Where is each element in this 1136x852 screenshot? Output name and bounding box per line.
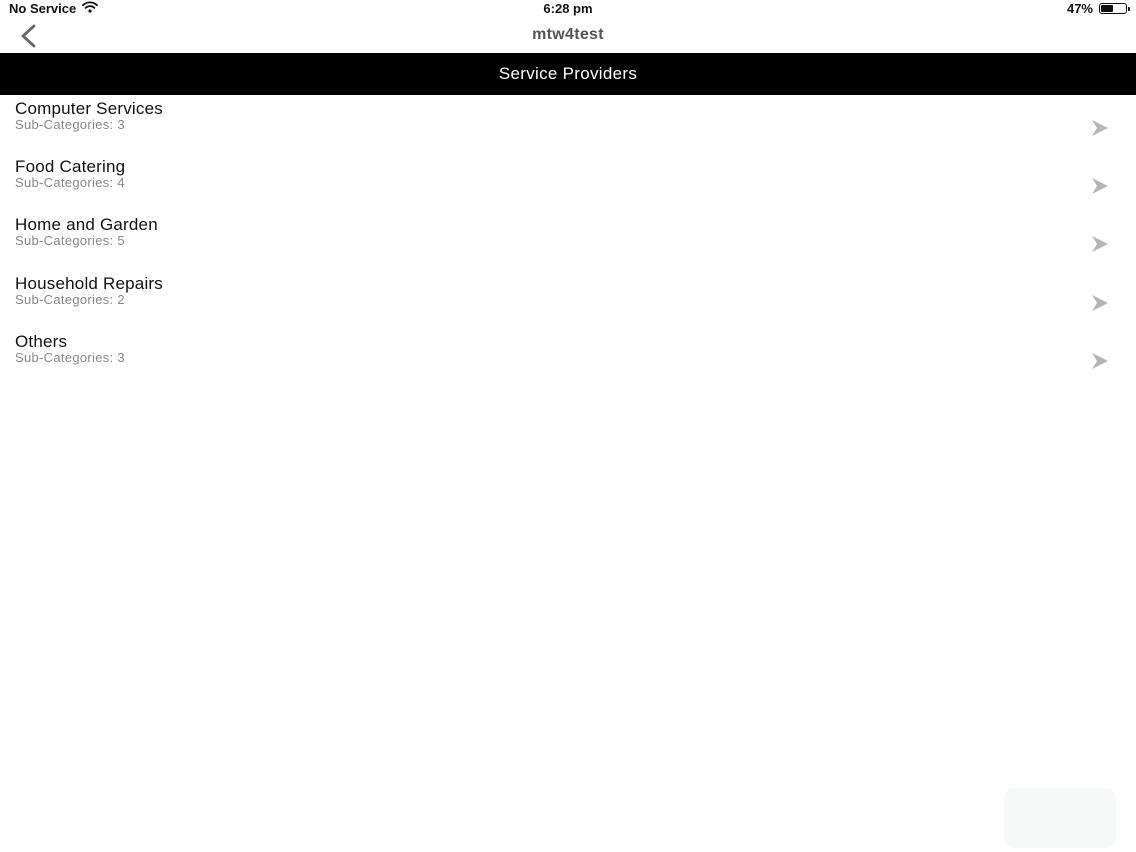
battery-percent: 47% — [1066, 1, 1093, 16]
item-title: Others — [15, 331, 68, 351]
status-bar: No Service 6:28 pm 47% — [0, 0, 1136, 18]
section-header: Service Providers — [0, 53, 1136, 95]
battery-icon — [1099, 3, 1130, 14]
item-subtitle: Sub-Categories: 3 — [15, 117, 125, 132]
item-subtitle: Sub-Categories: 2 — [15, 291, 125, 307]
item-title: Home and Garden — [15, 215, 158, 235]
item-title: Food Catering — [15, 157, 126, 177]
item-title: Household Repairs — [15, 273, 163, 293]
battery-tip — [1128, 7, 1130, 11]
status-right: 47% — [1066, 1, 1130, 16]
item-subtitle: Sub-Categories: 5 — [15, 233, 125, 249]
item-title: Computer Services — [15, 99, 163, 118]
navigation-bar: mtw4test — [0, 18, 1136, 53]
nav-title: mtw4test — [532, 26, 604, 43]
list-item-household-repairs[interactable]: Household Repairs Sub-Categories: 2 — [0, 270, 1136, 328]
status-time: 6:28 pm — [543, 1, 593, 16]
chevron-right-icon — [1092, 352, 1108, 369]
chevron-right-icon — [1092, 294, 1108, 311]
chevron-right-icon — [1092, 120, 1108, 136]
app-screen: No Service 6:28 pm 47% mtw4test Service … — [0, 0, 1136, 852]
category-list: Computer Services Sub-Categories: 3 Food… — [0, 95, 1136, 386]
list-item-food-catering[interactable]: Food Catering Sub-Categories: 4 — [0, 153, 1136, 211]
battery-fill — [1101, 5, 1114, 12]
chevron-right-icon — [1092, 178, 1108, 195]
floating-overlay — [1004, 788, 1116, 848]
list-item-home-and-garden[interactable]: Home and Garden Sub-Categories: 5 — [0, 211, 1136, 269]
item-subtitle: Sub-Categories: 3 — [15, 349, 125, 365]
item-subtitle: Sub-Categories: 4 — [15, 175, 125, 191]
chevron-right-icon — [1092, 236, 1108, 253]
list-item-others[interactable]: Others Sub-Categories: 3 — [0, 328, 1136, 386]
list-item-computer-services[interactable]: Computer Services Sub-Categories: 3 — [0, 95, 1136, 153]
